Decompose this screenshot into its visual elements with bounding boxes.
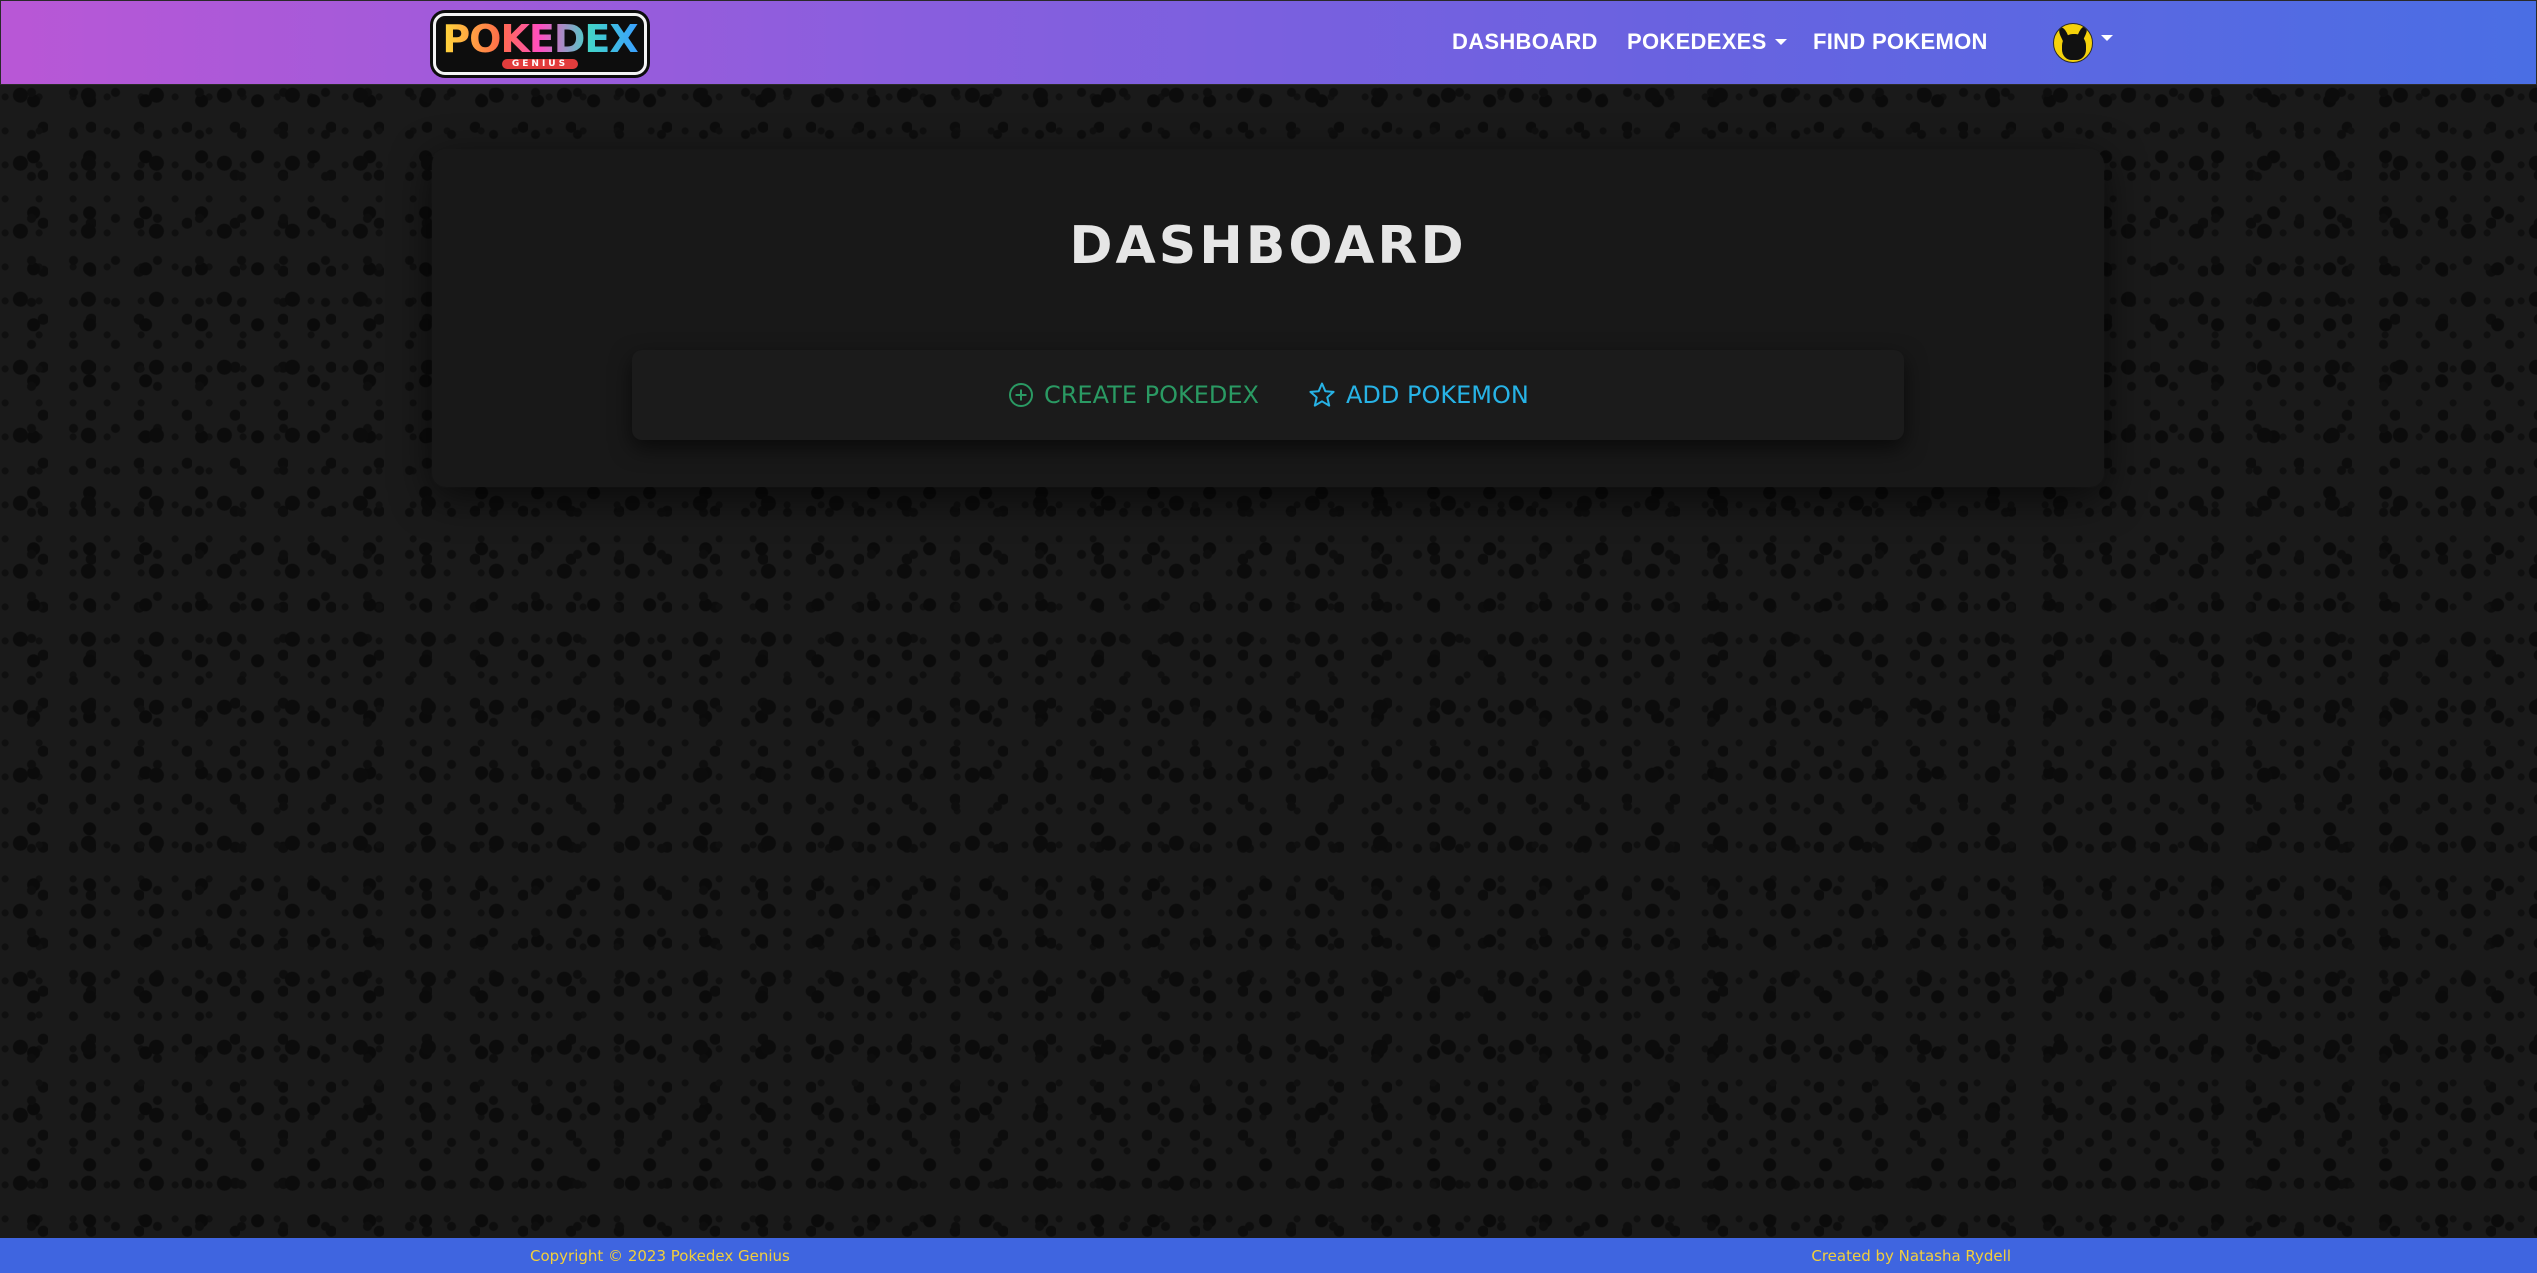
- create-pokedex-label: CREATE POKEDEX: [1044, 381, 1259, 409]
- user-menu-toggle[interactable]: [2053, 23, 2113, 63]
- star-icon: [1309, 382, 1335, 407]
- nav-link-find-pokemon[interactable]: FIND POKEMON: [1813, 29, 1988, 55]
- nav-link-pokedexes[interactable]: POKEDEXES: [1627, 29, 1787, 55]
- plus-circle-icon: [1009, 383, 1033, 407]
- nav-links: DASHBOARD POKEDEXES FIND POKEMON: [1, 1, 2536, 86]
- footer-credit: Created by Natasha Rydell: [1811, 1247, 2011, 1265]
- avatar: [2053, 23, 2093, 63]
- chevron-down-icon: [2101, 35, 2113, 41]
- add-pokemon-button[interactable]: ADD POKEMON: [1308, 380, 1529, 410]
- navbar: POKEDEX GENIUS DASHBOARD POKEDEXES FIND …: [0, 0, 2537, 85]
- create-pokedex-button[interactable]: CREATE POKEDEX: [1008, 380, 1259, 410]
- nav-link-pokedexes-label: POKEDEXES: [1627, 29, 1767, 54]
- footer-copyright: Copyright © 2023 Pokedex Genius: [530, 1247, 790, 1265]
- footer: Copyright © 2023 Pokedex Genius Created …: [0, 1238, 2537, 1273]
- action-bar: CREATE POKEDEX ADD POKEMON: [632, 350, 1904, 440]
- chevron-down-icon: [1774, 39, 1787, 45]
- pikachu-silhouette-icon: [2062, 34, 2086, 60]
- dashboard-card: DASHBOARD CREATE POKEDEX ADD POKEMON: [432, 150, 2104, 487]
- page-title: DASHBOARD: [1069, 216, 1467, 276]
- add-pokemon-label: ADD POKEMON: [1346, 381, 1529, 409]
- nav-link-dashboard[interactable]: DASHBOARD: [1452, 29, 1598, 55]
